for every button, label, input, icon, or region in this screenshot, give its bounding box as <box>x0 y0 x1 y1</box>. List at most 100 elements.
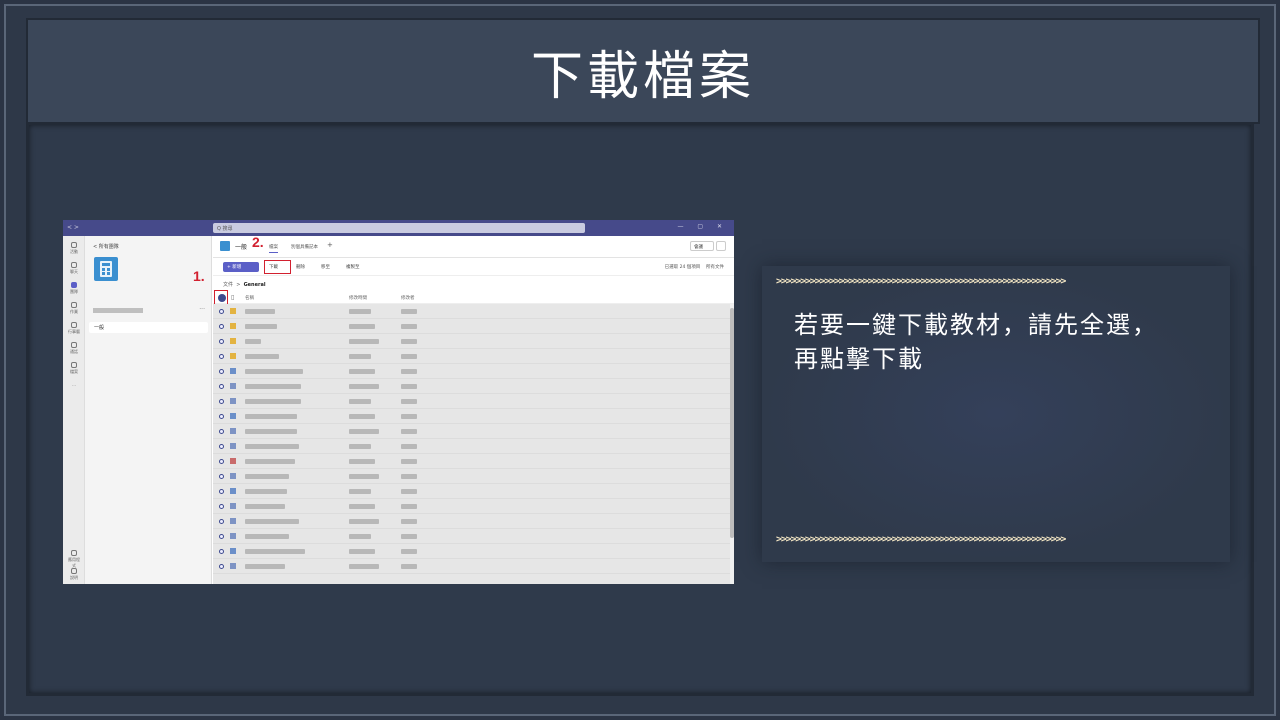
file-icon <box>230 488 236 494</box>
modified-blurred <box>349 489 371 494</box>
modified-blurred <box>349 444 371 449</box>
row-checkbox[interactable] <box>219 429 224 434</box>
file-row[interactable] <box>213 334 730 349</box>
move-to-button[interactable]: 移至 <box>321 264 330 270</box>
row-checkbox[interactable] <box>219 444 224 449</box>
breadcrumb-root[interactable]: 文件 <box>223 282 233 288</box>
file-row[interactable] <box>213 394 730 409</box>
breadcrumb: 文件 > General <box>223 282 266 288</box>
team-more-icon[interactable]: ··· <box>199 306 205 313</box>
file-row[interactable] <box>213 469 730 484</box>
rail-chat-icon[interactable]: 聊天 <box>67 262 81 276</box>
teams-title-bar: < > Q 搜尋 — ▢ ✕ <box>63 220 734 236</box>
file-icon <box>230 533 236 539</box>
bottom-arrow-divider: >>>>>>>>>>>>>>>>>>>>>>>>>>>>>>>>>>>>>>>>… <box>776 534 1066 545</box>
rail-apps-icon[interactable]: 應用程式 <box>67 550 81 568</box>
new-button[interactable]: + 新增 <box>223 262 259 272</box>
row-checkbox[interactable] <box>219 384 224 389</box>
row-checkbox[interactable] <box>219 369 224 374</box>
file-row[interactable] <box>213 514 730 529</box>
step-1-marker: 1. <box>193 268 205 284</box>
selection-status: 已選取 24 個項目 所有文件 <box>664 265 724 270</box>
modified-blurred <box>349 369 375 374</box>
meet-dropdown-icon[interactable] <box>716 241 726 251</box>
scrollbar[interactable] <box>730 304 734 584</box>
meet-button[interactable]: 會議 <box>690 241 714 251</box>
rail-calls-icon[interactable]: 通話 <box>67 342 81 356</box>
row-checkbox[interactable] <box>219 519 224 524</box>
file-row[interactable] <box>213 484 730 499</box>
tab-files[interactable]: 檔案 <box>269 244 278 253</box>
row-checkbox[interactable] <box>219 504 224 509</box>
row-checkbox[interactable] <box>219 489 224 494</box>
rail-files-icon[interactable]: 檔案 <box>67 362 81 376</box>
file-name-blurred <box>245 549 305 554</box>
file-row[interactable] <box>213 439 730 454</box>
file-name-blurred <box>245 324 277 329</box>
row-checkbox[interactable] <box>219 534 224 539</box>
add-tab-button[interactable]: + <box>327 241 333 249</box>
column-modified-by[interactable]: 修改者 <box>401 295 415 301</box>
row-checkbox[interactable] <box>219 354 224 359</box>
file-row[interactable] <box>213 424 730 439</box>
tab-notebook[interactable]: 別個具備記本 <box>291 244 318 250</box>
copy-to-button[interactable]: 複製至 <box>346 264 360 270</box>
file-row[interactable] <box>213 529 730 544</box>
row-checkbox[interactable] <box>219 339 224 344</box>
row-checkbox[interactable] <box>219 399 224 404</box>
files-main-area: 一般 檔案 別個具備記本 + 會議 + 新增 下載 刪除 移至 複製至 已選取 … <box>213 236 734 584</box>
rail-calendar-icon[interactable]: 行事曆 <box>67 322 81 336</box>
modified-by-blurred <box>401 384 417 389</box>
row-checkbox[interactable] <box>219 549 224 554</box>
channel-item-general[interactable]: 一般 <box>89 322 208 333</box>
file-icon <box>230 353 236 359</box>
modified-blurred <box>349 564 379 569</box>
row-checkbox[interactable] <box>219 414 224 419</box>
file-row[interactable] <box>213 364 730 379</box>
file-icon <box>230 338 236 344</box>
channel-name: 一般 <box>235 244 248 251</box>
row-checkbox[interactable] <box>219 564 224 569</box>
modified-blurred <box>349 399 371 404</box>
row-checkbox[interactable] <box>219 459 224 464</box>
file-row[interactable] <box>213 559 730 574</box>
modified-by-blurred <box>401 504 417 509</box>
file-name-blurred <box>245 309 275 314</box>
all-documents-view[interactable]: 所有文件 <box>706 265 724 270</box>
column-name[interactable]: 名稱 <box>245 295 254 301</box>
file-row[interactable] <box>213 304 730 319</box>
column-modified[interactable]: 修改時間 <box>349 295 367 301</box>
rail-more-icon[interactable]: ... <box>67 382 81 396</box>
rail-assignments-icon[interactable]: 作業 <box>67 302 81 316</box>
file-name-blurred <box>245 564 285 569</box>
modified-by-blurred <box>401 489 417 494</box>
file-row[interactable] <box>213 319 730 334</box>
download-highlight-box <box>264 260 291 274</box>
nav-arrows[interactable]: < > <box>67 224 79 231</box>
file-row[interactable] <box>213 454 730 469</box>
modified-by-blurred <box>401 549 417 554</box>
modified-by-blurred <box>401 369 417 374</box>
rail-teams-icon[interactable]: 團隊 <box>67 282 81 296</box>
modified-by-blurred <box>401 444 417 449</box>
rail-help-icon[interactable]: 說明 <box>67 568 81 582</box>
back-to-all-teams-link[interactable]: < 所有團隊 <box>93 243 119 250</box>
file-row[interactable] <box>213 499 730 514</box>
window-controls[interactable]: — ▢ ✕ <box>677 223 728 230</box>
modified-blurred <box>349 549 375 554</box>
row-checkbox[interactable] <box>219 309 224 314</box>
file-icon <box>230 398 236 404</box>
delete-button[interactable]: 刪除 <box>296 264 305 270</box>
rail-activity-icon[interactable]: 活動 <box>67 242 81 256</box>
file-row[interactable] <box>213 409 730 424</box>
file-icon <box>230 323 236 329</box>
search-input[interactable]: Q 搜尋 <box>213 223 585 233</box>
modified-by-blurred <box>401 309 417 314</box>
file-row[interactable] <box>213 349 730 364</box>
row-checkbox[interactable] <box>219 324 224 329</box>
file-row[interactable] <box>213 544 730 559</box>
modified-by-blurred <box>401 474 417 479</box>
row-checkbox[interactable] <box>219 474 224 479</box>
modified-by-blurred <box>401 429 417 434</box>
file-row[interactable] <box>213 379 730 394</box>
